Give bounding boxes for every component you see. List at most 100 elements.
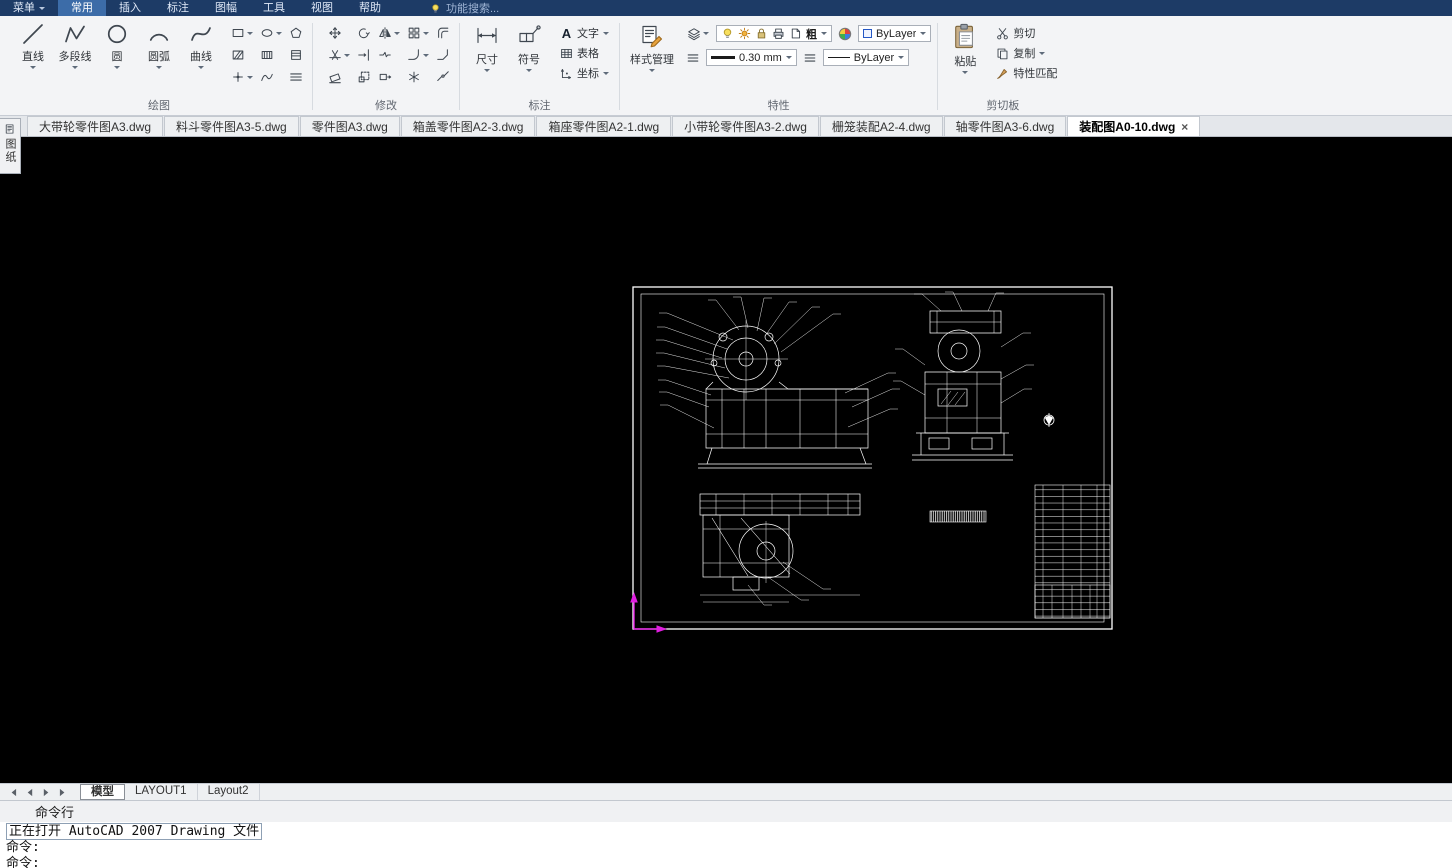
doc-tab[interactable]: 大带轮零件图A3.dwg (27, 116, 164, 136)
chevron-down-icon[interactable] (423, 31, 429, 35)
chevron-down-icon[interactable] (72, 66, 78, 69)
tool-join[interactable] (435, 69, 451, 85)
tool-scale[interactable] (356, 69, 372, 85)
chevron-down-icon[interactable] (1039, 51, 1046, 55)
layout-tab-model[interactable]: 模型 (80, 784, 125, 800)
front-view[interactable] (656, 296, 900, 469)
parts-list-table[interactable] (1034, 484, 1111, 619)
printer-icon[interactable] (772, 27, 785, 40)
layout-tab-layout1[interactable]: LAYOUT1 (125, 784, 198, 800)
chevron-down-icon[interactable] (898, 56, 905, 59)
doc-tab[interactable]: 小带轮零件图A3-2.dwg (672, 116, 819, 136)
doc-tab[interactable]: 轴零件图A3-6.dwg (943, 116, 1067, 136)
style-manager-button[interactable]: 样式管理 (626, 19, 678, 72)
next-layout-icon[interactable] (39, 786, 53, 799)
tool-break[interactable] (377, 47, 401, 63)
sheet-panel-tab[interactable]: 图纸 (0, 118, 21, 174)
close-icon[interactable]: × (1181, 121, 1188, 133)
menu-tab-home[interactable]: 常用 (58, 0, 106, 16)
chevron-down-icon[interactable] (423, 53, 429, 57)
chevron-down-icon[interactable] (649, 69, 655, 72)
last-layout-icon[interactable] (56, 786, 70, 799)
tool-sketch[interactable] (259, 69, 283, 85)
doc-tab[interactable]: 箱盖零件图A2-3.dwg (400, 116, 536, 136)
chevron-down-icon[interactable] (484, 69, 490, 72)
tool-gradient[interactable] (259, 47, 283, 63)
chevron-down-icon[interactable] (821, 32, 827, 35)
tool-ellipse[interactable] (259, 25, 283, 41)
tool-erase[interactable] (327, 69, 351, 85)
lock-icon[interactable] (755, 27, 768, 40)
chevron-down-icon[interactable] (247, 31, 253, 35)
chevron-down-icon[interactable] (394, 31, 400, 35)
side-view[interactable] (893, 291, 1034, 461)
menu-tab-annotate[interactable]: 标注 (154, 0, 202, 16)
match-properties-button[interactable]: 特性匹配 (992, 64, 1061, 82)
chevron-down-icon[interactable] (156, 66, 162, 69)
tool-coordinate[interactable]: 坐标 (556, 64, 613, 82)
menu-tab-sheet[interactable]: 图幅 (202, 0, 250, 16)
sheet-icon[interactable] (789, 27, 802, 40)
tool-region[interactable] (288, 47, 304, 63)
chevron-down-icon[interactable] (526, 69, 532, 72)
tool-line[interactable]: 直线 (12, 19, 54, 69)
doc-tab[interactable]: 栅笼装配A2-4.dwg (819, 116, 943, 136)
doc-tab[interactable]: 料斗零件图A3-5.dwg (164, 116, 299, 136)
tool-point[interactable] (230, 69, 254, 85)
chevron-down-icon[interactable] (703, 32, 709, 35)
tool-arc[interactable]: 圆弧 (138, 19, 180, 69)
tool-trim[interactable] (327, 47, 351, 63)
menu-tab-view[interactable]: 视图 (298, 0, 346, 16)
drawing-canvas[interactable] (0, 137, 1452, 783)
color-wheel-icon[interactable] (838, 27, 852, 41)
color-combo[interactable]: ByLayer (858, 25, 932, 42)
tool-extend[interactable] (356, 47, 372, 63)
chevron-down-icon[interactable] (198, 66, 204, 69)
command-output[interactable]: 正在打开 AutoCAD 2007 Drawing 文件 命令: 命令: (0, 822, 1452, 868)
chevron-down-icon[interactable] (30, 66, 36, 69)
chevron-down-icon[interactable] (603, 71, 609, 75)
tool-polygon[interactable] (288, 25, 304, 41)
chevron-down-icon[interactable] (276, 31, 282, 35)
chevron-down-icon[interactable] (962, 71, 969, 74)
doc-tab[interactable]: 箱座零件图A2-1.dwg (536, 116, 672, 136)
tool-array[interactable] (406, 25, 430, 41)
tool-stretch[interactable] (377, 69, 401, 85)
command-prompt-line[interactable]: 命令: (6, 856, 1452, 868)
tool-multiline[interactable] (288, 69, 304, 85)
bulb-icon[interactable] (721, 27, 734, 40)
tool-offset[interactable] (435, 25, 451, 41)
function-search[interactable]: 功能搜索... (430, 0, 499, 16)
tool-spline[interactable]: 曲线 (180, 19, 222, 69)
doc-tab-active[interactable]: 装配图A0-10.dwg × (1067, 116, 1201, 136)
prev-layout-icon[interactable] (22, 786, 36, 799)
copy-button[interactable]: 复制 (992, 44, 1061, 62)
linetype-combo[interactable]: ByLayer (822, 49, 910, 66)
plan-view[interactable] (699, 493, 861, 606)
chevron-down-icon[interactable] (247, 75, 253, 79)
menu-tab-insert[interactable]: 插入 (106, 0, 154, 16)
paste-button[interactable]: 粘贴 (944, 19, 986, 74)
sun-freeze-icon[interactable] (738, 27, 751, 40)
tool-rectangle[interactable] (230, 25, 254, 41)
tool-rotate[interactable] (356, 25, 372, 41)
layer-control-button[interactable] (686, 26, 710, 42)
menu-tab-help[interactable]: 帮助 (346, 0, 394, 16)
tool-hatch[interactable] (230, 47, 254, 63)
tool-symbol[interactable]: 符号 (508, 19, 550, 72)
chevron-down-icon[interactable] (785, 56, 792, 59)
first-layout-icon[interactable] (5, 786, 19, 799)
tool-text[interactable]: A 文字 (556, 24, 613, 42)
layout-tab-layout2[interactable]: Layout2 (198, 784, 260, 800)
doc-tab[interactable]: 零件图A3.dwg (299, 116, 400, 136)
hoist-symbol[interactable] (1043, 413, 1055, 427)
tool-fillet[interactable] (406, 47, 430, 63)
menu-tab-tools[interactable]: 工具 (250, 0, 298, 16)
menu-button-main[interactable]: 菜单 (0, 0, 58, 16)
list-icon[interactable] (686, 51, 700, 65)
tool-move[interactable] (327, 25, 351, 41)
chevron-down-icon[interactable] (920, 32, 927, 35)
tool-polyline[interactable]: 多段线 (54, 19, 96, 69)
lineweight-combo[interactable]: 0.30 mm (706, 49, 797, 66)
tool-table[interactable]: 表格 (556, 44, 613, 62)
